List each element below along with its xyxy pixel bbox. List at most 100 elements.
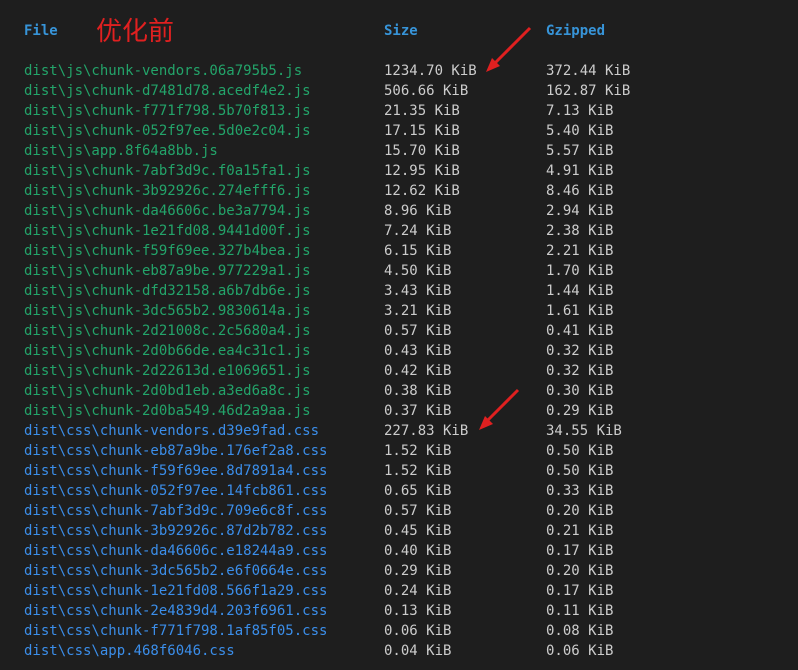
file-gzipped-size: 4.91 KiB <box>546 163 614 179</box>
file-row: dist\css\chunk-da46606c.e18244a9.css 0.40… <box>0 541 798 561</box>
file-size: 0.37 KiB <box>384 403 452 419</box>
file-size: 0.42 KiB <box>384 363 452 379</box>
file-gzipped-size: 1.44 KiB <box>546 283 614 299</box>
file-gzipped-size: 0.32 KiB <box>546 343 614 359</box>
file-row: dist\css\chunk-eb87a9be.176ef2a8.css 1.52… <box>0 441 798 461</box>
file-row: dist\css\chunk-3dc565b2.e6f0664e.css 0.29… <box>0 561 798 581</box>
file-row: dist\js\chunk-da46606c.be3a7794.js 8.96 K… <box>0 201 798 221</box>
file-size: 15.70 KiB <box>384 143 460 159</box>
file-name: dist\css\chunk-052f97ee.14fcb861.css <box>24 483 328 499</box>
file-gzipped-size: 0.33 KiB <box>546 483 614 499</box>
file-row: dist\js\chunk-2d0bd1eb.a3ed6a8c.js 0.38 K… <box>0 381 798 401</box>
file-name: dist\js\chunk-3b92926c.274efff6.js <box>24 183 311 199</box>
file-size: 21.35 KiB <box>384 103 460 119</box>
file-size: 0.57 KiB <box>384 503 452 519</box>
file-row: dist\css\chunk-7abf3d9c.709e6c8f.css 0.57… <box>0 501 798 521</box>
file-gzipped-size: 2.94 KiB <box>546 203 614 219</box>
file-gzipped-size: 0.30 KiB <box>546 383 614 399</box>
file-size: 0.65 KiB <box>384 483 452 499</box>
file-name: dist\css\app.468f6046.css <box>24 643 235 659</box>
file-size: 1.52 KiB <box>384 443 452 459</box>
file-name: dist\css\chunk-2e4839d4.203f6961.css <box>24 603 328 619</box>
file-gzipped-size: 0.50 KiB <box>546 443 614 459</box>
file-column-header: File <box>24 23 58 39</box>
file-size: 0.40 KiB <box>384 543 452 559</box>
file-row: dist\css\chunk-052f97ee.14fcb861.css 0.65… <box>0 481 798 501</box>
file-size: 4.50 KiB <box>384 263 452 279</box>
file-row: dist\js\chunk-eb87a9be.977229a1.js 4.50 K… <box>0 261 798 281</box>
file-row: dist\js\chunk-vendors.06a795b5.js 1234.70… <box>0 61 798 81</box>
file-name: dist\css\chunk-f59f69ee.8d7891a4.css <box>24 463 328 479</box>
file-name: dist\js\chunk-vendors.06a795b5.js <box>24 63 303 79</box>
file-row: dist\js\app.8f64a8bb.js 15.70 KiB 5.57 KiB <box>0 141 798 161</box>
size-column-header: Size <box>384 23 418 39</box>
file-size: 8.96 KiB <box>384 203 452 219</box>
file-name: dist\js\chunk-d7481d78.acedf4e2.js <box>24 83 311 99</box>
file-size: 0.43 KiB <box>384 343 452 359</box>
file-row: dist\js\chunk-d7481d78.acedf4e2.js 506.66… <box>0 81 798 101</box>
file-gzipped-size: 0.11 KiB <box>546 603 614 619</box>
file-gzipped-size: 0.21 KiB <box>546 523 614 539</box>
file-row: dist\js\chunk-2d21008c.2c5680a4.js 0.57 K… <box>0 321 798 341</box>
file-name: dist\js\chunk-2d0ba549.46d2a9aa.js <box>24 403 311 419</box>
file-size: 1234.70 KiB <box>384 63 477 79</box>
file-gzipped-size: 162.87 KiB <box>546 83 631 99</box>
file-row: dist\js\chunk-dfd32158.a6b7db6e.js 3.43 K… <box>0 281 798 301</box>
file-row: dist\css\chunk-vendors.d39e9fad.css 227.8… <box>0 421 798 441</box>
file-row: dist\css\chunk-f771f798.1af85f05.css 0.06… <box>0 621 798 641</box>
file-name: dist\js\chunk-3dc565b2.9830614a.js <box>24 303 311 319</box>
terminal-output: File 优化前 Size Gzipped dist\js\chunk-vend… <box>0 0 798 670</box>
file-name: dist\css\chunk-1e21fd08.566f1a29.css <box>24 583 328 599</box>
file-gzipped-size: 1.61 KiB <box>546 303 614 319</box>
file-name: dist\js\chunk-1e21fd08.9441d00f.js <box>24 223 311 239</box>
file-name: dist\css\chunk-f771f798.1af85f05.css <box>24 623 328 639</box>
file-gzipped-size: 0.17 KiB <box>546 543 614 559</box>
file-list: dist\js\chunk-vendors.06a795b5.js 1234.70… <box>0 61 798 661</box>
file-row: dist\css\chunk-2e4839d4.203f6961.css 0.13… <box>0 601 798 621</box>
annotation-label: 优化前 <box>96 17 175 47</box>
file-name: dist\js\app.8f64a8bb.js <box>24 143 218 159</box>
file-name: dist\js\chunk-2d0bd1eb.a3ed6a8c.js <box>24 383 311 399</box>
file-gzipped-size: 0.32 KiB <box>546 363 614 379</box>
file-row: dist\js\chunk-f59f69ee.327b4bea.js 6.15 K… <box>0 241 798 261</box>
file-name: dist\js\chunk-052f97ee.5d0e2c04.js <box>24 123 311 139</box>
file-row: dist\js\chunk-2d0b66de.ea4c31c1.js 0.43 K… <box>0 341 798 361</box>
file-gzipped-size: 34.55 KiB <box>546 423 622 439</box>
file-gzipped-size: 0.17 KiB <box>546 583 614 599</box>
file-size: 12.95 KiB <box>384 163 460 179</box>
file-row: dist\css\chunk-1e21fd08.566f1a29.css 0.24… <box>0 581 798 601</box>
file-name: dist\js\chunk-f771f798.5b70f813.js <box>24 103 311 119</box>
file-name: dist\css\chunk-3dc565b2.e6f0664e.css <box>24 563 328 579</box>
file-name: dist\js\chunk-2d21008c.2c5680a4.js <box>24 323 311 339</box>
file-size: 0.13 KiB <box>384 603 452 619</box>
file-name: dist\css\chunk-vendors.d39e9fad.css <box>24 423 320 439</box>
file-size: 227.83 KiB <box>384 423 469 439</box>
file-name: dist\js\chunk-7abf3d9c.f0a15fa1.js <box>24 163 311 179</box>
file-size: 12.62 KiB <box>384 183 460 199</box>
file-row: dist\js\chunk-3dc565b2.9830614a.js 3.21 K… <box>0 301 798 321</box>
file-name: dist\css\chunk-da46606c.e18244a9.css <box>24 543 328 559</box>
file-name: dist\js\chunk-dfd32158.a6b7db6e.js <box>24 283 311 299</box>
file-gzipped-size: 0.08 KiB <box>546 623 614 639</box>
file-gzipped-size: 2.21 KiB <box>546 243 614 259</box>
file-size: 0.04 KiB <box>384 643 452 659</box>
file-gzipped-size: 5.57 KiB <box>546 143 614 159</box>
file-gzipped-size: 0.20 KiB <box>546 503 614 519</box>
file-gzipped-size: 0.50 KiB <box>546 463 614 479</box>
file-row: dist\js\chunk-2d0ba549.46d2a9aa.js 0.37 K… <box>0 401 798 421</box>
table-header: File 优化前 Size Gzipped <box>0 0 798 62</box>
file-size: 506.66 KiB <box>384 83 469 99</box>
file-row: dist\js\chunk-2d22613d.e1069651.js 0.42 K… <box>0 361 798 381</box>
file-row: dist\js\chunk-f771f798.5b70f813.js 21.35 … <box>0 101 798 121</box>
file-gzipped-size: 8.46 KiB <box>546 183 614 199</box>
file-name: dist\css\chunk-3b92926c.87d2b782.css <box>24 523 328 539</box>
file-gzipped-size: 0.29 KiB <box>546 403 614 419</box>
gzipped-column-header: Gzipped <box>546 23 606 39</box>
file-row: dist\js\chunk-7abf3d9c.f0a15fa1.js 12.95 … <box>0 161 798 181</box>
file-size: 0.57 KiB <box>384 323 452 339</box>
file-row: dist\js\chunk-1e21fd08.9441d00f.js 7.24 K… <box>0 221 798 241</box>
file-size: 0.24 KiB <box>384 583 452 599</box>
file-name: dist\js\chunk-f59f69ee.327b4bea.js <box>24 243 311 259</box>
file-name: dist\js\chunk-eb87a9be.977229a1.js <box>24 263 311 279</box>
file-name: dist\js\chunk-2d22613d.e1069651.js <box>24 363 311 379</box>
